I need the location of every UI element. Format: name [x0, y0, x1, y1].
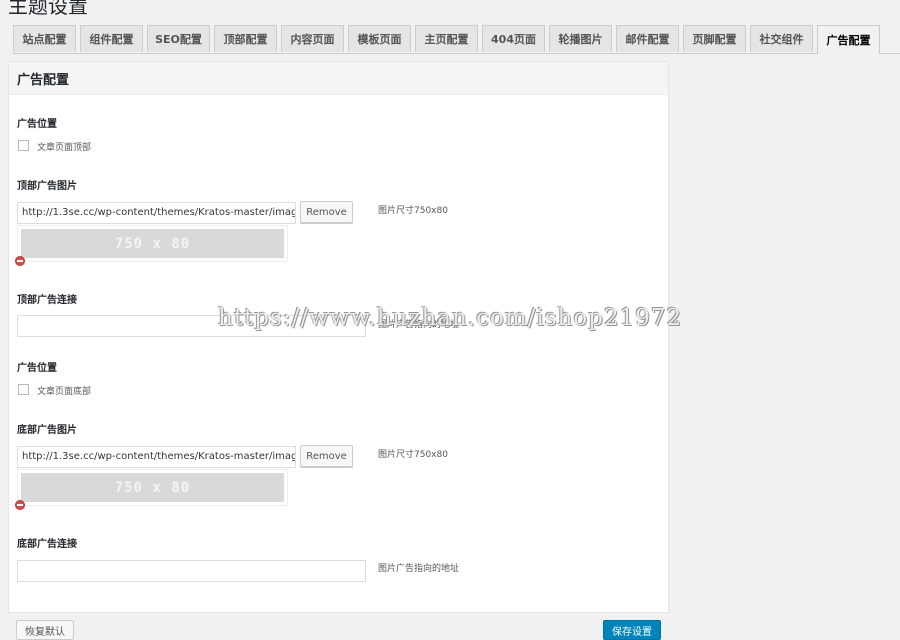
tab-component-config[interactable]: 组件配置 — [80, 25, 143, 52]
tab-ad-config[interactable]: 广告配置 — [817, 25, 880, 54]
top-ad-image-label: 顶部广告图片 — [17, 181, 77, 192]
bottom-ad-remove-button[interactable]: Remove — [300, 445, 353, 467]
panel-title: 广告配置 — [9, 62, 668, 95]
tab-header-config[interactable]: 顶部配置 — [214, 25, 277, 52]
tab-seo-config[interactable]: SEO配置 — [147, 25, 210, 52]
top-ad-preview-text: 750 x 80 — [21, 229, 284, 258]
tab-404-page[interactable]: 404页面 — [482, 25, 545, 52]
bottom-ad-checkbox-label: 文章页面底部 — [37, 387, 92, 397]
tab-carousel-images[interactable]: 轮播图片 — [549, 25, 612, 52]
top-ad-checkbox-label: 文章页面顶部 — [37, 143, 92, 153]
bottom-ad-image-preview: 750 x 80 — [17, 469, 288, 506]
bottom-ad-remove-icon[interactable] — [15, 500, 25, 510]
watermark-text: https://www.huzhan.com/ishop21972 — [218, 305, 683, 331]
top-ad-position-label: 广告位置 — [17, 119, 57, 130]
top-ad-checkbox[interactable] — [18, 140, 29, 151]
top-ad-image-url-input[interactable]: http://1.3se.cc/wp-content/themes/Kratos… — [17, 202, 296, 224]
top-ad-image-preview: 750 x 80 — [17, 225, 288, 262]
bottom-ad-link-input[interactable] — [17, 560, 366, 582]
bottom-ad-link-label: 底部广告连接 — [17, 539, 77, 550]
tab-bar: 站点配置 组件配置 SEO配置 顶部配置 内容页面 模板页面 主页配置 404页… — [13, 25, 900, 54]
bottom-ad-checkbox[interactable] — [18, 384, 29, 395]
tab-content-page[interactable]: 内容页面 — [281, 25, 344, 52]
tab-template-page[interactable]: 模板页面 — [348, 25, 411, 52]
tab-homepage-config[interactable]: 主页配置 — [415, 25, 478, 52]
top-ad-link-label: 顶部广告连接 — [17, 295, 77, 306]
bottom-ad-preview-text: 750 x 80 — [21, 473, 284, 502]
bottom-ad-link-hint: 图片广告指向的地址 — [378, 564, 460, 574]
bottom-ad-position-label: 广告位置 — [17, 363, 57, 374]
top-ad-image-hint: 图片尺寸750x80 — [378, 206, 448, 216]
tab-mail-config[interactable]: 邮件配置 — [616, 25, 679, 52]
top-ad-remove-button[interactable]: Remove — [300, 201, 353, 223]
reset-defaults-button[interactable]: 恢复默认 — [16, 620, 74, 640]
tab-footer-config[interactable]: 页脚配置 — [683, 25, 746, 52]
tab-social-widgets[interactable]: 社交组件 — [750, 25, 813, 52]
bottom-ad-image-hint: 图片尺寸750x80 — [378, 450, 448, 460]
ad-config-panel: 广告配置 广告位置 文章页面顶部 顶部广告图片 http://1.3se.cc/… — [8, 61, 669, 613]
save-settings-button[interactable]: 保存设置 — [603, 620, 661, 640]
top-ad-remove-icon[interactable] — [15, 256, 25, 266]
page-title: 主题设置 — [8, 0, 88, 18]
bottom-ad-image-url-input[interactable]: http://1.3se.cc/wp-content/themes/Kratos… — [17, 446, 296, 468]
bottom-ad-image-label: 底部广告图片 — [17, 425, 77, 436]
tab-site-config[interactable]: 站点配置 — [13, 25, 76, 52]
